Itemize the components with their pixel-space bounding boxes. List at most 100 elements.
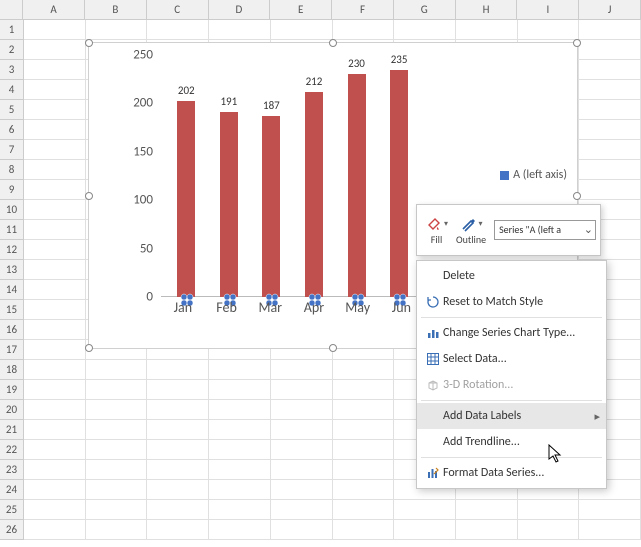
menu-add-trendline[interactable]: Add Trendline... — [417, 429, 606, 455]
menu-delete[interactable]: Delete — [417, 263, 606, 289]
column-headers: ABCDEFGHIJ — [0, 0, 641, 20]
bar[interactable]: 187 — [251, 116, 293, 297]
menu-separator — [421, 317, 602, 318]
x-tick-label: Apr — [293, 299, 336, 321]
col-header[interactable]: I — [517, 0, 579, 20]
col-header[interactable]: D — [209, 0, 271, 20]
row-header[interactable]: 20 — [0, 400, 24, 420]
select-all-corner[interactable] — [0, 0, 23, 20]
resize-handle[interactable] — [85, 39, 93, 47]
row-header[interactable]: 8 — [0, 160, 24, 180]
row-header[interactable]: 5 — [0, 100, 24, 120]
resize-handle[interactable] — [573, 192, 581, 200]
col-header[interactable]: H — [456, 0, 518, 20]
col-header[interactable]: B — [85, 0, 147, 20]
row-header[interactable]: 16 — [0, 320, 24, 340]
bar[interactable]: 230 — [336, 74, 378, 297]
row-header[interactable]: 10 — [0, 200, 24, 220]
fill-label: Fill — [431, 233, 442, 246]
data-label: 235 — [379, 53, 419, 66]
menu-add-data-labels[interactable]: Add Data Labels ▸ — [417, 403, 606, 429]
legend-label: A (left axis) — [513, 168, 567, 182]
row-header[interactable]: 1 — [0, 20, 24, 40]
menu-change-chart-type[interactable]: Change Series Chart Type... — [417, 320, 606, 346]
bar[interactable]: 202 — [165, 101, 207, 297]
context-menu: Delete Reset to Match Style Change Serie… — [416, 260, 607, 489]
col-header[interactable]: F — [332, 0, 394, 20]
y-tick-label: 150 — [133, 144, 153, 159]
y-tick-label: 200 — [133, 96, 153, 111]
menu-separator — [421, 400, 602, 401]
x-tick-label: Jan — [161, 299, 204, 321]
chart-legend[interactable]: A (left axis) — [500, 168, 567, 182]
menu-reset-style[interactable]: Reset to Match Style — [417, 289, 606, 315]
outline-button[interactable]: ▾ Outline — [452, 213, 490, 248]
row-headers: 1234567891011121314151617181920212223242… — [0, 20, 24, 540]
resize-handle[interactable] — [85, 192, 93, 200]
select-data-icon — [423, 352, 443, 366]
y-tick-label: 50 — [140, 241, 153, 256]
outline-label: Outline — [456, 233, 486, 246]
series-selector-value: Series "A (left a — [494, 220, 596, 240]
y-axis[interactable]: 050100150200250 — [117, 55, 157, 315]
row-header[interactable]: 26 — [0, 520, 24, 540]
chart-type-icon — [423, 326, 443, 340]
data-label: 202 — [166, 84, 206, 97]
row-header[interactable]: 3 — [0, 60, 24, 80]
plot-area[interactable]: 050100150200250 202191187212230235 JanFe… — [117, 55, 467, 315]
resize-handle[interactable] — [573, 39, 581, 47]
row-header[interactable]: 4 — [0, 80, 24, 100]
fill-button[interactable]: ▾ Fill — [421, 213, 452, 248]
y-tick-label: 250 — [133, 48, 153, 63]
menu-format-data-series[interactable]: Format Data Series... — [417, 460, 606, 486]
row-header[interactable]: 17 — [0, 340, 24, 360]
y-tick-label: 100 — [133, 193, 153, 208]
data-label: 230 — [337, 57, 377, 70]
row-header[interactable]: 13 — [0, 260, 24, 280]
row-header[interactable]: 15 — [0, 300, 24, 320]
row-header[interactable]: 9 — [0, 180, 24, 200]
row-header[interactable]: 24 — [0, 480, 24, 500]
row-header[interactable]: 19 — [0, 380, 24, 400]
y-tick-label: 0 — [146, 290, 153, 305]
menu-3d-rotation: 3-D Rotation... — [417, 372, 606, 398]
series-selector[interactable]: Series "A (left a — [494, 220, 596, 240]
resize-handle[interactable] — [329, 39, 337, 47]
reset-icon — [423, 295, 443, 309]
data-label: 191 — [209, 95, 249, 108]
col-header[interactable]: J — [579, 0, 641, 20]
row-header[interactable]: 12 — [0, 240, 24, 260]
chevron-down-icon: ▾ — [444, 219, 448, 229]
legend-swatch — [500, 171, 509, 180]
menu-select-data[interactable]: Select Data... — [417, 346, 606, 372]
row-header[interactable]: 21 — [0, 420, 24, 440]
col-header[interactable]: G — [394, 0, 456, 20]
row-header[interactable]: 18 — [0, 360, 24, 380]
bar[interactable]: 191 — [208, 112, 250, 297]
chevron-down-icon: ▾ — [479, 219, 483, 229]
col-header[interactable]: A — [23, 0, 85, 20]
bar[interactable]: 235 — [378, 70, 420, 297]
row-header[interactable]: 2 — [0, 40, 24, 60]
col-header[interactable]: E — [270, 0, 332, 20]
row-header[interactable]: 7 — [0, 140, 24, 160]
resize-handle[interactable] — [85, 344, 93, 352]
resize-handle[interactable] — [329, 344, 337, 352]
row-header[interactable]: 22 — [0, 440, 24, 460]
data-label: 212 — [294, 75, 334, 88]
cube-icon — [423, 378, 443, 392]
row-header[interactable]: 11 — [0, 220, 24, 240]
row-header[interactable]: 23 — [0, 460, 24, 480]
x-tick-label: Mar — [249, 299, 292, 321]
col-header[interactable]: C — [147, 0, 209, 20]
row-header[interactable]: 6 — [0, 120, 24, 140]
row-header[interactable]: 25 — [0, 500, 24, 520]
menu-separator — [421, 457, 602, 458]
row-header[interactable]: 14 — [0, 280, 24, 300]
bar[interactable]: 212 — [293, 92, 335, 297]
submenu-arrow-icon: ▸ — [594, 410, 600, 423]
x-tick-label: May — [336, 299, 379, 321]
mini-toolbar: ▾ Fill ▾ Outline Series "A (left a — [416, 204, 601, 256]
data-label: 187 — [251, 99, 291, 112]
format-series-icon — [423, 466, 443, 480]
